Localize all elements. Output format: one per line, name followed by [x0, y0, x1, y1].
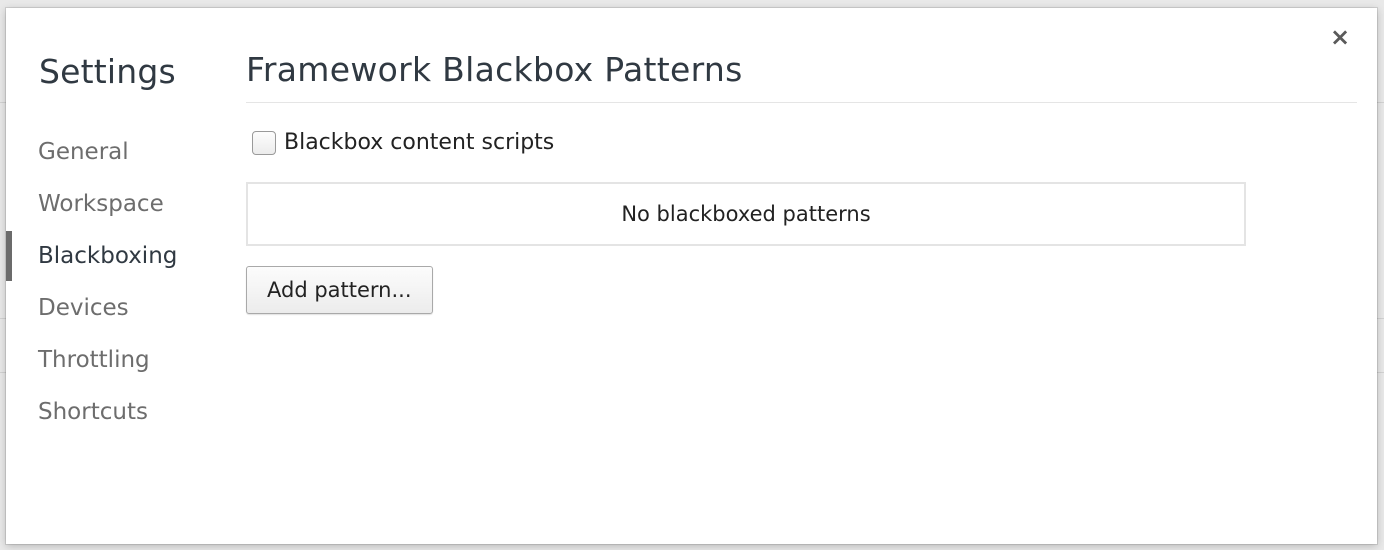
settings-content: Framework Blackbox Patterns Blackbox con…: [246, 8, 1357, 544]
settings-dialog: × Settings General Workspace Blackboxing…: [6, 8, 1377, 544]
sidebar-title: Settings: [39, 52, 176, 91]
sidebar-item-throttling[interactable]: Throttling: [6, 334, 226, 386]
checkbox-label: Blackbox content scripts: [284, 130, 555, 155]
sidebar-item-general[interactable]: General: [6, 126, 226, 178]
blackbox-content-scripts-checkbox[interactable]: [252, 130, 276, 155]
blackbox-patterns-list: No blackboxed patterns: [246, 182, 1246, 246]
sidebar-item-shortcuts[interactable]: Shortcuts: [6, 386, 226, 438]
empty-list-message: No blackboxed patterns: [621, 202, 871, 226]
add-pattern-button[interactable]: Add pattern...: [246, 266, 433, 314]
blackbox-content-scripts-option[interactable]: Blackbox content scripts: [252, 130, 554, 155]
settings-nav: General Workspace Blackboxing Devices Th…: [6, 126, 226, 438]
settings-sidebar: Settings General Workspace Blackboxing D…: [6, 8, 226, 544]
sidebar-item-workspace[interactable]: Workspace: [6, 178, 226, 230]
sidebar-item-blackboxing[interactable]: Blackboxing: [6, 230, 226, 282]
sidebar-item-devices[interactable]: Devices: [6, 282, 226, 334]
page-title: Framework Blackbox Patterns: [246, 50, 1357, 103]
